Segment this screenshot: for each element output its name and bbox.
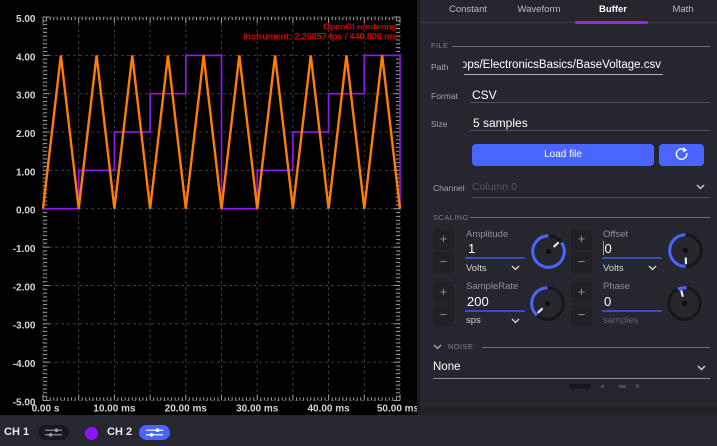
svg-text:3.00: 3.00: [16, 91, 36, 102]
svg-text:50.00 ms: 50.00 ms: [377, 403, 418, 414]
svg-text:instrument: 2.26857 fps / 440.: instrument: 2.26857 fps / 440.806 ms: [243, 32, 397, 42]
svg-text:40.00 ms: 40.00 ms: [307, 403, 350, 414]
svg-text:20.00 ms: 20.00 ms: [165, 403, 208, 414]
svg-text:-2.00: -2.00: [13, 282, 36, 293]
svg-text:5.00: 5.00: [16, 14, 36, 25]
svg-text:10.00 ms: 10.00 ms: [93, 403, 136, 414]
svg-text:0.00: 0.00: [16, 206, 36, 217]
svg-text:1.00: 1.00: [16, 167, 36, 178]
svg-text:-1.00: -1.00: [13, 244, 36, 255]
svg-text:30.00 ms: 30.00 ms: [236, 403, 279, 414]
svg-text:2.00: 2.00: [16, 129, 36, 140]
svg-text:0.00 s: 0.00 s: [32, 403, 60, 414]
svg-text:4.00: 4.00: [16, 52, 36, 63]
svg-text:OpenGl rendering: OpenGl rendering: [323, 22, 397, 32]
svg-text:-4.00: -4.00: [13, 359, 36, 370]
svg-text:-3.00: -3.00: [13, 321, 36, 332]
